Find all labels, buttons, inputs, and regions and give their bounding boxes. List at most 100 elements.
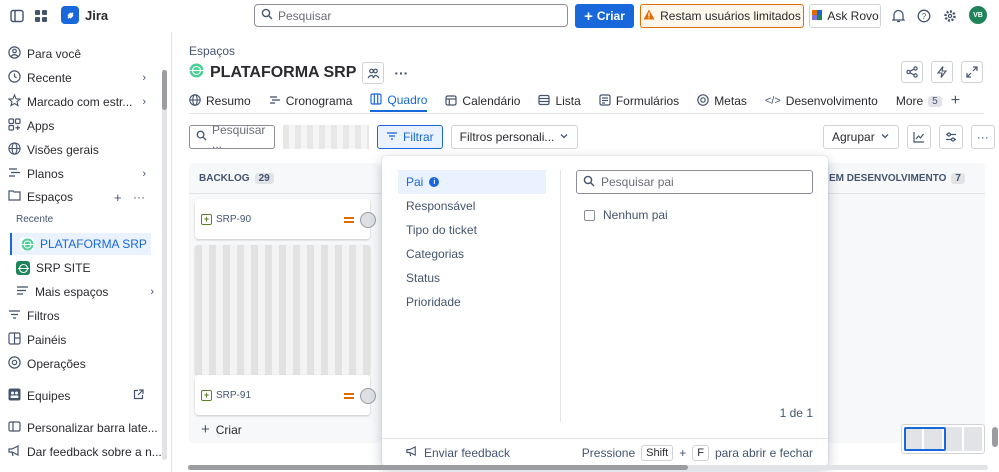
fullscreen-icon[interactable] bbox=[961, 61, 983, 83]
help-icon[interactable]: ? bbox=[913, 5, 935, 27]
filter-category-prioridade[interactable]: Prioridade bbox=[398, 290, 546, 314]
tab-more[interactable]: More 5 + bbox=[896, 90, 960, 112]
sidebar-item-starred[interactable]: Marcado com estr... › bbox=[0, 91, 168, 113]
jira-logo[interactable]: Jira bbox=[61, 6, 108, 24]
sidebar-item-feedback[interactable]: Dar feedback sobre a n... bbox=[0, 441, 168, 463]
plus-icon: + bbox=[584, 7, 593, 25]
ask-rovo-button[interactable]: Ask Rovo bbox=[809, 4, 881, 28]
search-placeholder: Pesquisar bbox=[278, 8, 332, 23]
page-scrollbar[interactable] bbox=[992, 427, 998, 447]
sidebar-item-srp-site[interactable]: SRP SITE bbox=[8, 257, 176, 279]
sidebar-item-more-spaces[interactable]: Mais espaços › bbox=[8, 281, 176, 303]
filter-category-label: Tipo do ticket bbox=[406, 223, 477, 237]
user-avatar[interactable]: VB bbox=[969, 6, 987, 24]
more-options-icon[interactable]: ··· bbox=[970, 125, 995, 149]
assignee-avatar[interactable] bbox=[360, 388, 376, 404]
sidebar-item-plataforma-srp[interactable]: PLATAFORMA SRP bbox=[10, 233, 151, 255]
column-title: EM DESENVOLVIMENTO bbox=[829, 173, 947, 184]
board-toolbar: Pesquisar ... Filtrar Filtros personali.… bbox=[189, 123, 579, 151]
team-button[interactable] bbox=[362, 62, 385, 84]
filter-category-categorias[interactable]: Categorias bbox=[398, 242, 546, 266]
tab-calendario[interactable]: Calendário bbox=[445, 90, 520, 112]
view-settings-icon[interactable] bbox=[938, 125, 963, 149]
column-header: EM DESENVOLVIMENTO 7 bbox=[829, 173, 965, 184]
sidebar-item-for-you[interactable]: Para você bbox=[0, 43, 168, 65]
page-title: PLATAFORMA SRP bbox=[210, 64, 357, 81]
filter-category-responsavel[interactable]: Responsável bbox=[398, 194, 546, 218]
sidebar-item-filters[interactable]: Filtros bbox=[0, 305, 168, 327]
scrollbar-thumb[interactable] bbox=[188, 465, 688, 470]
checkbox[interactable] bbox=[584, 209, 595, 221]
sidebar-item-spaces[interactable]: Espaços + ··· bbox=[0, 186, 168, 208]
plus-icon: + bbox=[201, 421, 210, 438]
option-no-parent[interactable]: Nenhum pai bbox=[584, 208, 668, 222]
tab-label: More bbox=[895, 94, 924, 108]
create-issue-button[interactable]: + Criar bbox=[201, 421, 242, 438]
filter-category-label: Categorias bbox=[406, 247, 465, 261]
hint-text-rest: para abrir e fechar bbox=[714, 445, 813, 460]
group-by-dropdown[interactable]: Agrupar bbox=[823, 125, 899, 149]
sidebar-scrollbar[interactable] bbox=[162, 70, 167, 460]
warning-icon bbox=[643, 9, 655, 23]
tab-formularios[interactable]: Formulários bbox=[599, 90, 679, 112]
sidebar-item-teams[interactable]: Equipes bbox=[0, 385, 168, 407]
tab-label: Cronograma bbox=[285, 94, 353, 108]
sidebar-item-recent[interactable]: Recente › bbox=[0, 67, 168, 89]
tab-cronograma[interactable]: Cronograma bbox=[269, 90, 353, 112]
sidebar-item-plans[interactable]: Planos › bbox=[0, 163, 168, 185]
app-switcher-icon[interactable] bbox=[30, 5, 52, 27]
create-issue-label: Criar bbox=[215, 422, 242, 437]
board-horizontal-scrollbar[interactable] bbox=[188, 465, 988, 470]
notifications-bell-icon[interactable] bbox=[887, 5, 909, 27]
tab-resumo[interactable]: Resumo bbox=[189, 90, 251, 112]
filter-category-tipo[interactable]: Tipo do ticket bbox=[398, 218, 546, 242]
global-search-input[interactable]: Pesquisar bbox=[254, 4, 568, 27]
insights-chart-icon[interactable] bbox=[906, 125, 931, 149]
timeline-icon bbox=[269, 94, 281, 109]
sidebar-item-overviews[interactable]: Visões gerais bbox=[0, 139, 168, 161]
tab-quadro[interactable]: Quadro bbox=[370, 90, 428, 112]
limited-users-button[interactable]: Restam usuários limitados bbox=[640, 4, 804, 28]
minimap-viewport[interactable] bbox=[904, 427, 946, 451]
avatar-group-blurred[interactable] bbox=[283, 125, 369, 149]
assignee-avatar[interactable] bbox=[360, 212, 376, 228]
breadcrumb[interactable]: Espaços bbox=[189, 44, 235, 58]
chevron-down-icon bbox=[559, 130, 569, 144]
teams-icon bbox=[8, 388, 21, 404]
sidebar-item-operations[interactable]: Operações bbox=[0, 353, 168, 375]
plans-icon bbox=[8, 166, 21, 182]
card-srp-90[interactable]: + SRP-90 bbox=[195, 199, 376, 239]
card-srp-91[interactable]: + SRP-91 bbox=[195, 375, 376, 415]
tab-desenvolvimento[interactable]: </> Desenvolvimento bbox=[765, 90, 878, 112]
filter-button[interactable]: Filtrar bbox=[377, 125, 443, 149]
person-icon bbox=[8, 46, 21, 62]
custom-filters-dropdown[interactable]: Filtros personali... bbox=[450, 125, 579, 149]
parent-search-input[interactable]: Pesquisar pai bbox=[576, 170, 813, 194]
column-backlog: BACKLOG 29 + SRP-90 + SRP-91 + Criar bbox=[189, 163, 381, 443]
automation-bolt-icon[interactable] bbox=[931, 61, 953, 83]
sidebar-item-customize[interactable]: Personalizar barra late... bbox=[0, 417, 168, 439]
page-header: PLATAFORMA SRP ··· bbox=[189, 62, 408, 84]
settings-gear-icon[interactable] bbox=[939, 5, 961, 27]
code-icon: </> bbox=[764, 95, 781, 107]
card-blurred[interactable] bbox=[195, 245, 370, 375]
more-options-icon[interactable]: ··· bbox=[133, 190, 145, 204]
share-icon[interactable] bbox=[901, 61, 923, 83]
sidebar-toggle-icon[interactable] bbox=[6, 5, 28, 27]
filter-category-status[interactable]: Status bbox=[398, 266, 546, 290]
sidebar-item-apps[interactable]: Apps bbox=[0, 115, 168, 137]
send-feedback-link[interactable]: Enviar feedback bbox=[406, 445, 510, 460]
board-minimap[interactable] bbox=[901, 424, 985, 454]
tab-metas[interactable]: Metas bbox=[697, 90, 747, 112]
tab-lista[interactable]: Lista bbox=[538, 90, 581, 112]
add-tab-icon[interactable]: + bbox=[951, 92, 960, 110]
create-button[interactable]: + Criar bbox=[575, 4, 634, 28]
scrollbar-thumb[interactable] bbox=[162, 70, 167, 110]
add-space-icon[interactable]: + bbox=[114, 190, 122, 205]
board-icon bbox=[370, 92, 382, 108]
sidebar-item-dashboards[interactable]: Painéis bbox=[0, 329, 168, 351]
board-search-input[interactable]: Pesquisar ... bbox=[189, 123, 275, 151]
filter-category-pai[interactable]: Pai i bbox=[398, 170, 546, 194]
more-actions-icon[interactable]: ··· bbox=[394, 65, 408, 81]
column-title: BACKLOG bbox=[199, 173, 250, 184]
